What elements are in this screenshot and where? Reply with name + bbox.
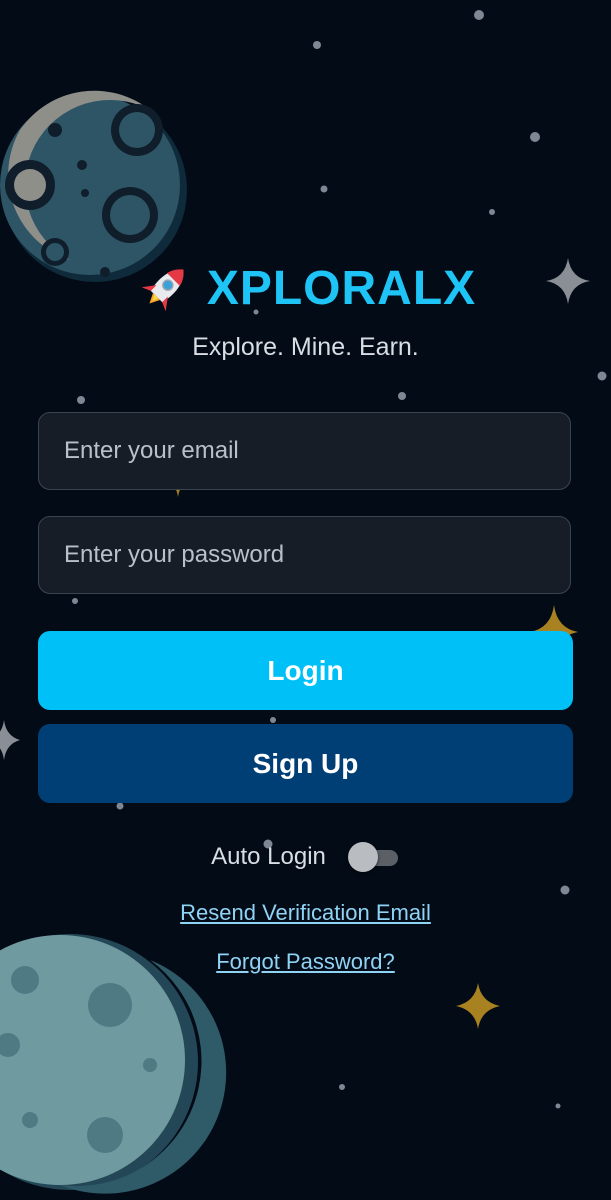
email-field[interactable] [38,412,571,490]
login-button[interactable]: Login [38,631,573,710]
auto-login-label: Auto Login [211,843,326,870]
rocket-icon [141,269,184,312]
tagline: Explore. Mine. Earn. [192,333,419,361]
brand-header: XPLORALX [0,258,611,318]
toggle-thumb [347,842,378,872]
login-screen: XPLORALX Explore. Mine. Earn. Login Sign… [0,0,611,1200]
auto-login-toggle[interactable] [347,842,400,872]
password-field[interactable] [38,516,571,594]
resend-verification-link[interactable]: Resend Verification Email [0,900,611,926]
forgot-password-link[interactable]: Forgot Password? [0,949,611,975]
signup-button[interactable]: Sign Up [38,724,573,803]
app-title: XPLORALX [206,261,477,315]
auto-login-row: Auto Login [0,837,611,877]
